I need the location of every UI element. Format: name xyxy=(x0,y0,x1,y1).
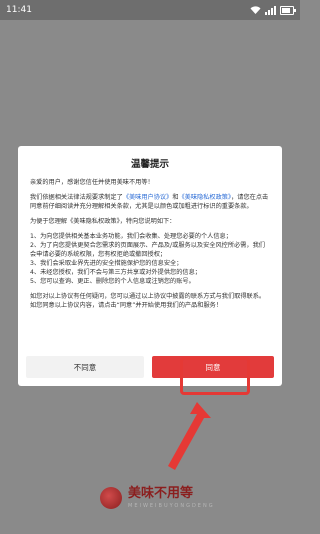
brand-logo-area: 美味不用等 MEIWEIBUYONGDENG xyxy=(100,487,215,509)
brand-name: 美味不用等 xyxy=(128,486,194,501)
brand-subtitle: MEIWEIBUYONGDENG xyxy=(128,503,215,509)
disagree-button[interactable]: 不同意 xyxy=(26,356,144,378)
wifi-icon xyxy=(250,5,261,14)
annotation-highlight-box xyxy=(180,357,250,395)
dialog-title: 温馨提示 xyxy=(130,159,169,170)
battery-icon xyxy=(280,5,296,15)
list-item: 5、您可以查询、更正、删除您的个人信息或注销您的账号。 xyxy=(30,278,195,285)
list-item: 2、为了向您提供更契合您需求的页面展示、产品及/或服务以及安全风控所必需，我们会… xyxy=(30,242,265,258)
privacy-policy-link[interactable]: 《美味隐私权政策》 xyxy=(179,194,232,201)
list-item: 4、未经您授权，我们不会与第三方共享或对外提供您的信息； xyxy=(30,269,201,276)
policy-list: 1、为向您提供相关基本业务功能，我们会收集、处理您必要的个人信息； 2、为了向您… xyxy=(30,232,270,286)
status-time: 11:41 xyxy=(6,5,32,15)
user-agreement-link[interactable]: 《美味用户协议》 xyxy=(123,194,173,201)
agreement-paragraph: 我们依据相关法律法规要求制定了《美味用户协议》和《美味隐私权政策》，请您在点击同… xyxy=(30,194,269,210)
closing-text: 如您对以上协议有任何疑问，您可以通过以上协议中披露的联系方式与我们取得联系。如您… xyxy=(30,293,266,309)
brand-logo-icon xyxy=(100,487,122,509)
status-bar: 11:41 xyxy=(0,0,300,20)
greeting-text: 亲爱的用户，感谢您信任并使用美味不用等！ xyxy=(30,179,154,186)
list-item: 1、为向您提供相关基本业务功能，我们会收集、处理您必要的个人信息； xyxy=(30,233,232,240)
dialog-body: 亲爱的用户，感谢您信任并使用美味不用等！ 我们依据相关法律法规要求制定了《美味用… xyxy=(18,170,282,310)
list-item: 3、我们会采取业界先进的安全措施保护您的信息安全； xyxy=(30,260,183,267)
signal-icon xyxy=(265,5,276,15)
policy-intro-text: 为便于您理解《美味隐私权政策》，特向您说明如下： xyxy=(30,218,176,225)
status-icons xyxy=(250,5,296,15)
privacy-dialog: 温馨提示 亲爱的用户，感谢您信任并使用美味不用等！ 我们依据相关法律法规要求制定… xyxy=(18,146,282,386)
